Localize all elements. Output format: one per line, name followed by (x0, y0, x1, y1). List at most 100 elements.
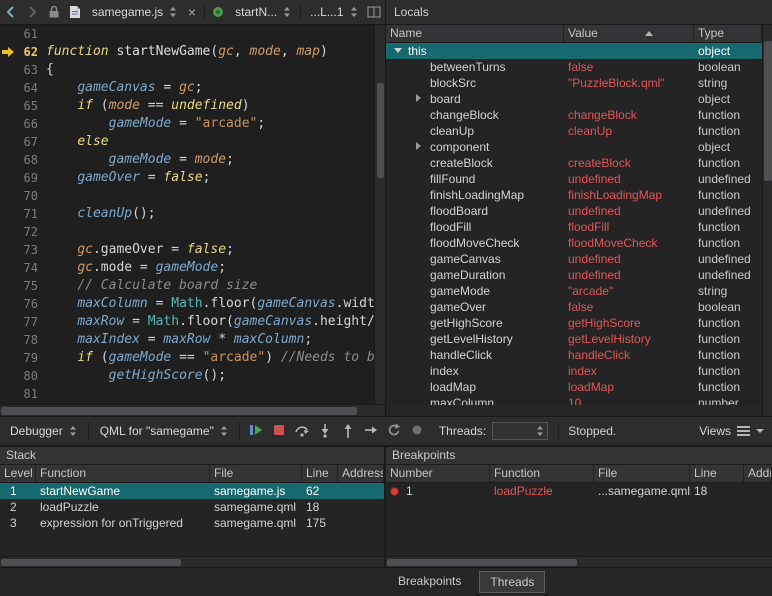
step-into-button[interactable] (314, 419, 337, 443)
restart-button[interactable] (383, 419, 406, 443)
code-line[interactable]: 71 cleanUp(); (0, 205, 374, 223)
step-instruction-button[interactable] (360, 419, 383, 443)
record-button[interactable] (406, 419, 429, 443)
code-line[interactable]: 81 (0, 385, 374, 403)
back-button[interactable] (0, 0, 21, 24)
column-header-type[interactable]: Type (694, 25, 762, 42)
line-number[interactable]: 73 (0, 241, 38, 259)
locals-row[interactable]: thisobject (386, 43, 762, 59)
line-number[interactable]: 61 (0, 25, 38, 43)
line-number[interactable]: 77 (0, 313, 38, 331)
locals-row[interactable]: handleClickhandleClickfunction (386, 347, 762, 363)
code-line[interactable]: 79 if (gameMode == "arcade") //Needs to … (0, 349, 374, 367)
line-number[interactable]: 81 (0, 385, 38, 403)
locals-row[interactable]: floodBoardundefinedundefined (386, 203, 762, 219)
line-combo[interactable]: ...L...1 (304, 0, 363, 24)
locals-row[interactable]: cleanUpcleanUpfunction (386, 123, 762, 139)
locals-row[interactable]: gameCanvasundefinedundefined (386, 251, 762, 267)
debugger-combo[interactable]: Debugger (4, 419, 83, 443)
code-line[interactable]: 69 gameOver = false; (0, 169, 374, 187)
close-document-button[interactable]: × (183, 4, 201, 20)
code-line[interactable]: 66 gameMode = "arcade"; (0, 115, 374, 133)
column-header-function[interactable]: Function (490, 465, 594, 482)
column-header-file[interactable]: File (594, 465, 690, 482)
column-header-address[interactable]: Address (744, 465, 772, 482)
code-line[interactable]: 80 getHighScore(); (0, 367, 374, 385)
line-number[interactable]: 78 (0, 331, 38, 349)
locals-row[interactable]: maxColumn10number (386, 395, 762, 405)
continue-button[interactable] (245, 419, 268, 443)
line-number[interactable]: 74 (0, 259, 38, 277)
column-header-name[interactable]: Name (386, 25, 564, 42)
code-line[interactable]: 76 maxColumn = Math.floor(gameCanvas.wid… (0, 295, 374, 313)
column-header-function[interactable]: Function (36, 465, 210, 482)
column-header-number[interactable]: Number (386, 465, 490, 482)
code-line[interactable]: 64 gameCanvas = gc; (0, 79, 374, 97)
stop-button[interactable] (268, 419, 291, 443)
column-header-value[interactable]: Value (564, 25, 694, 42)
line-number[interactable]: 79 (0, 349, 38, 367)
code-line[interactable]: 63{ (0, 61, 374, 79)
locals-row[interactable]: floodFillfloodFillfunction (386, 219, 762, 235)
locals-row[interactable]: getLevelHistorygetLevelHistoryfunction (386, 331, 762, 347)
engine-combo[interactable]: QML for "samegame" (94, 419, 234, 443)
line-number[interactable]: 76 (0, 295, 38, 313)
locals-row[interactable]: boardobject (386, 91, 762, 107)
code-editor[interactable]: 6162function startNewGame(gc, mode, map)… (0, 25, 374, 404)
code-line[interactable]: 75 // Calculate board size (0, 277, 374, 295)
locals-vscrollbar-handle[interactable] (764, 41, 772, 181)
line-number[interactable]: 70 (0, 187, 38, 205)
locals-row[interactable]: floodMoveCheckfloodMoveCheckfunction (386, 235, 762, 251)
editor-hscrollbar[interactable] (0, 404, 385, 416)
locals-vscrollbar[interactable] (762, 25, 772, 416)
locals-row[interactable]: componentobject (386, 139, 762, 155)
step-out-button[interactable] (337, 419, 360, 443)
views-menu-button[interactable]: Views (699, 424, 768, 438)
locals-row[interactable]: betweenTurnsfalseboolean (386, 59, 762, 75)
line-number[interactable]: 71 (0, 205, 38, 223)
locals-row[interactable]: getHighScoregetHighScorefunction (386, 315, 762, 331)
breakpoints-hscrollbar[interactable] (386, 556, 772, 567)
column-header-level[interactable]: Level (0, 465, 36, 482)
locals-row[interactable]: changeBlockchangeBlockfunction (386, 107, 762, 123)
line-number[interactable]: 65 (0, 97, 38, 115)
code-line[interactable]: 62function startNewGame(gc, mode, map) (0, 43, 374, 61)
tab-breakpoints[interactable]: Breakpoints (388, 571, 471, 593)
stack-hscrollbar-handle[interactable] (1, 559, 181, 566)
locals-row[interactable]: indexindexfunction (386, 363, 762, 379)
line-number[interactable]: 69 (0, 169, 38, 187)
stack-hscrollbar[interactable] (0, 556, 384, 567)
locals-row[interactable]: blockSrc"PuzzleBlock.qml"string (386, 75, 762, 91)
stack-frame-row[interactable]: 2loadPuzzlesamegame.qml18 (0, 499, 384, 515)
code-line[interactable]: 70 (0, 187, 374, 205)
code-line[interactable]: 74 gc.mode = gameMode; (0, 259, 374, 277)
line-number[interactable]: 64 (0, 79, 38, 97)
code-line[interactable]: 61 (0, 25, 374, 43)
line-number[interactable]: 75 (0, 277, 38, 295)
column-header-line[interactable]: Line (302, 465, 338, 482)
code-line[interactable]: 77 maxRow = Math.floor(gameCanvas.height… (0, 313, 374, 331)
locals-row[interactable]: gameMode"arcade"string (386, 283, 762, 299)
step-over-button[interactable] (291, 419, 314, 443)
stack-frame-row[interactable]: 1startNewGamesamegame.js62 (0, 483, 384, 499)
locals-row[interactable]: gameOverfalseboolean (386, 299, 762, 315)
locals-row[interactable]: fillFoundundefinedundefined (386, 171, 762, 187)
line-number[interactable]: 72 (0, 223, 38, 241)
editor-vscrollbar[interactable] (374, 25, 385, 404)
symbol-combo[interactable]: startN... (229, 0, 297, 24)
column-header-line[interactable]: Line (690, 465, 744, 482)
code-line[interactable]: 67 else (0, 133, 374, 151)
code-line[interactable]: 73 gc.gameOver = false; (0, 241, 374, 259)
code-line[interactable]: 78 maxIndex = maxRow * maxColumn; (0, 331, 374, 349)
line-number[interactable]: 67 (0, 133, 38, 151)
editor-vscrollbar-handle[interactable] (377, 83, 384, 178)
locals-row[interactable]: gameDurationundefinedundefined (386, 267, 762, 283)
stack-frame-row[interactable]: 3expression for onTriggeredsamegame.qml1… (0, 515, 384, 531)
line-number[interactable]: 68 (0, 151, 38, 169)
code-line[interactable]: 65 if (mode == undefined) (0, 97, 374, 115)
column-header-file[interactable]: File (210, 465, 302, 482)
threads-combo[interactable] (492, 422, 548, 440)
expander-icon[interactable] (416, 91, 430, 107)
code-line[interactable]: 68 gameMode = mode; (0, 151, 374, 169)
expander-icon[interactable] (394, 43, 408, 59)
